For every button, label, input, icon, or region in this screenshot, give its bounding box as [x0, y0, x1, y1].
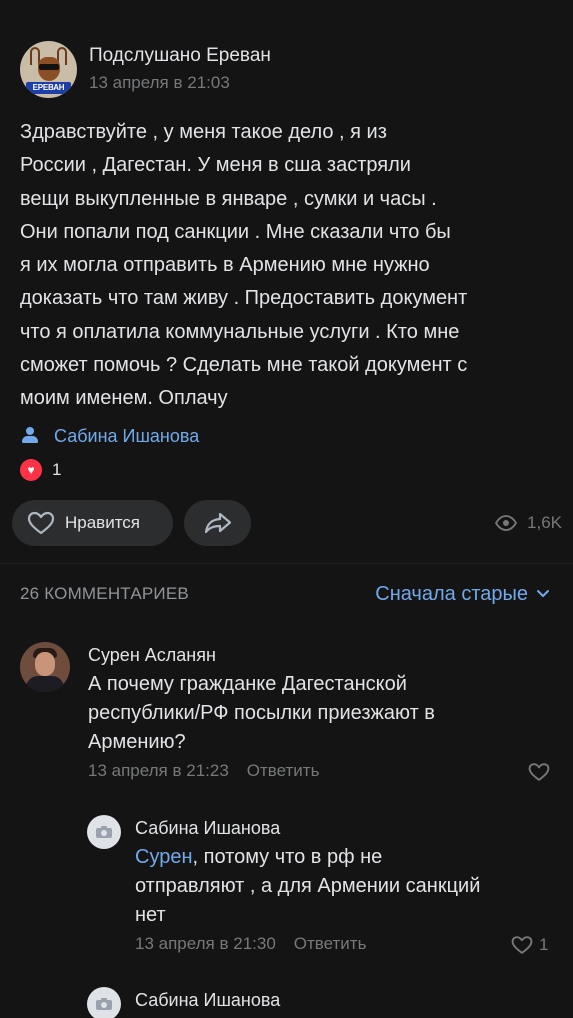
comment-text-line: Армению? [88, 731, 186, 753]
comment-like-count: 1 [539, 935, 549, 954]
reactions-summary[interactable]: ♥ 1 [20, 459, 61, 481]
commenter-avatar[interactable] [87, 987, 121, 1018]
reactions-count: 1 [52, 460, 62, 479]
post-text-line: что я оплатила коммунальные услуги . Кто… [20, 320, 460, 343]
comment-text-line: республики/РФ посылки приезжают в [88, 702, 435, 724]
camera-icon [96, 998, 112, 1010]
heart-outline-icon [528, 763, 550, 781]
views-counter: 1,6K [495, 500, 562, 546]
post-text-line: моим именем. Оплачу [20, 387, 228, 410]
comment-text-line: , потому что в рф не [192, 846, 383, 868]
post-text-line: я их могла отправить в Армению мне нужно [20, 254, 430, 277]
commenter-name[interactable]: Сурен Асланян [88, 642, 435, 668]
comment-date[interactable]: 13 апреля в 21:23 [88, 761, 229, 781]
sort-button[interactable]: Сначала старые [375, 583, 550, 606]
post-text-line: вещи выкупленные в январе , сумки и часы… [20, 187, 437, 210]
commenter-avatar[interactable] [87, 815, 121, 849]
like-label: Нравится [65, 513, 141, 532]
commenter-name[interactable]: Сабина Ишанова [135, 987, 280, 1013]
post-text-line: Здравствуйте , у меня такое дело , я из [20, 121, 387, 143]
eye-icon [495, 515, 518, 531]
comments-count: 26 КОММЕНТАРИЕВ [20, 584, 189, 603]
post-date[interactable]: 13 апреля в 21:03 [89, 71, 271, 95]
camera-icon [96, 826, 112, 838]
comment-text-line: отправляют , а для Армении санкций [135, 875, 481, 897]
comment-text: А почему гражданке Дагестанской республи… [88, 670, 435, 757]
group-avatar[interactable]: ЕРЕВАН [20, 40, 77, 98]
share-button[interactable] [184, 500, 251, 546]
post-text: Здравствуйте , у меня такое дело , я из … [20, 116, 560, 416]
commenter-avatar[interactable] [20, 642, 70, 692]
comments-bar: 26 КОММЕНТАРИЕВ Сначала старые [20, 580, 550, 608]
comment-text-line: А почему гражданке Дагестанской [88, 673, 407, 695]
commenter-name[interactable]: Сабина Ишанова [135, 815, 480, 841]
chevron-down-icon [537, 590, 549, 597]
comment-text: Сурен, потому что в рф не отправляют , а… [135, 843, 480, 930]
like-button[interactable]: Нравится [12, 500, 173, 546]
reply-button[interactable]: Ответить [294, 934, 367, 954]
comment-date[interactable]: 13 апреля в 21:30 [135, 934, 276, 954]
comment-like-button[interactable] [528, 762, 550, 782]
post-text-line: доказать что там живу . Предоставить док… [20, 287, 468, 310]
post-author[interactable]: Сабина Ишанова [20, 424, 199, 448]
heart-reaction-icon: ♥ [20, 459, 42, 481]
reply-button[interactable]: Ответить [247, 761, 320, 781]
post-text-line: сможет помочь ? Сделать мне такой докуме… [20, 354, 468, 377]
separator [0, 563, 573, 564]
avatar-badge: ЕРЕВАН [26, 81, 71, 94]
heart-outline-icon [511, 936, 533, 954]
post-text-line: Они попали под санкции . Мне сказали что… [20, 220, 451, 243]
post-text-line: России , Дагестан. У меня в сша застряли [20, 154, 411, 177]
user-icon [20, 424, 42, 448]
sort-label: Сначала старые [375, 582, 528, 605]
post-header: ЕРЕВАН Подслушано Ереван 13 апреля в 21:… [20, 38, 560, 100]
group-name[interactable]: Подслушано Ереван [89, 44, 271, 68]
heart-outline-icon [27, 511, 55, 535]
author-name[interactable]: Сабина Ишанова [54, 426, 199, 447]
sunglasses [39, 63, 59, 70]
reply-comment: Сабина Ишанова [87, 987, 560, 1018]
post-actions: Нравится 1,6K [12, 500, 562, 546]
comment: Сурен Асланян А почему гражданке Дагеста… [20, 642, 560, 792]
comment-like-button[interactable]: 1 [511, 935, 548, 955]
views-count: 1,6K [527, 513, 562, 532]
mention-link[interactable]: Сурен [135, 846, 193, 868]
comment-text-line: нет [135, 904, 166, 926]
reply-comment: Сабина Ишанова Сурен, потому что в рф не… [87, 815, 560, 965]
share-icon [204, 512, 231, 534]
